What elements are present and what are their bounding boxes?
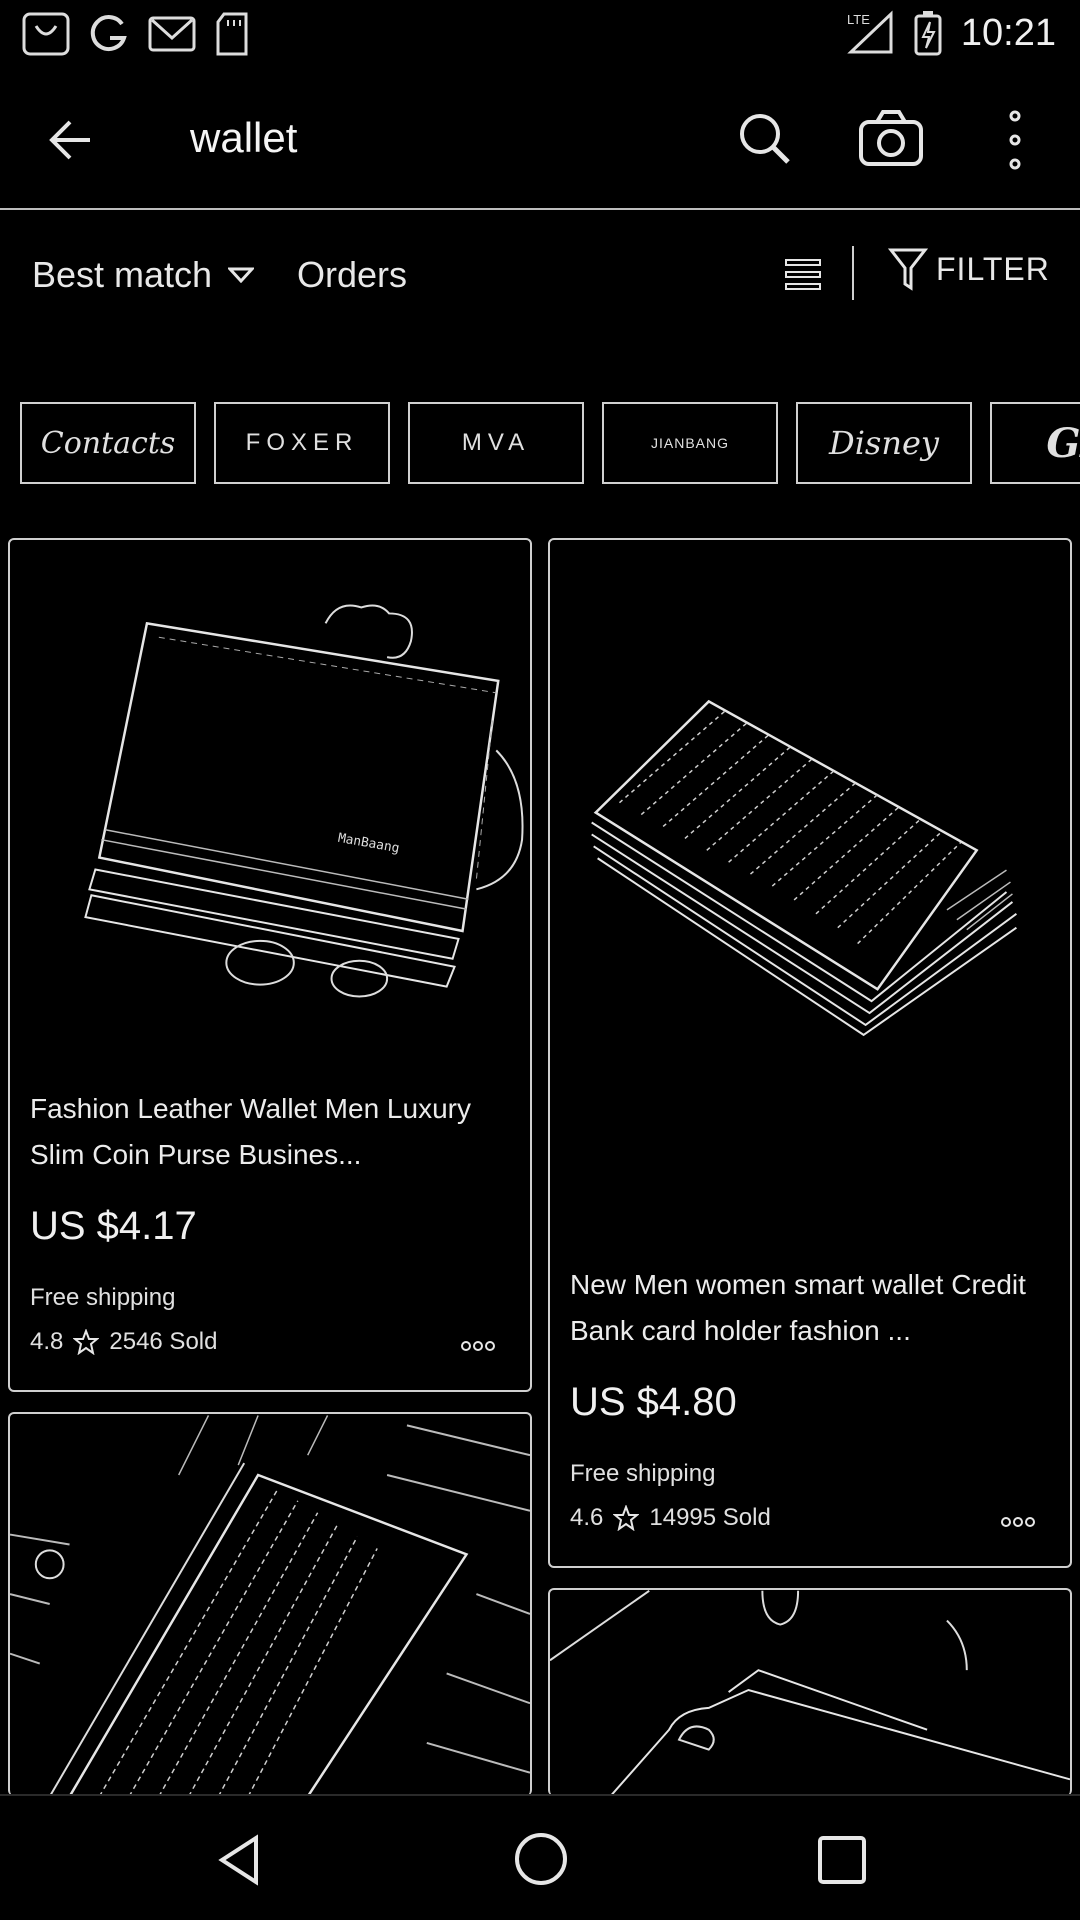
- nav-back-button[interactable]: [210, 1830, 270, 1890]
- brand-chip-disney[interactable]: Disney: [796, 402, 972, 484]
- filter-button[interactable]: FILTER: [888, 246, 1050, 292]
- brand-logo: JIANBANG: [650, 435, 729, 451]
- app-bar: wallet: [0, 70, 1080, 210]
- filter-label: FILTER: [936, 250, 1050, 287]
- gmail-icon: [148, 14, 196, 54]
- nav-home-button[interactable]: [510, 1828, 572, 1890]
- star-icon: [73, 1329, 100, 1355]
- network-type-label: LTE: [847, 12, 870, 27]
- battery-charging-icon: [913, 10, 943, 56]
- rating-row: 4.6 14995 Sold: [570, 1504, 771, 1532]
- product-card[interactable]: [548, 1588, 1072, 1796]
- product-image[interactable]: [550, 1590, 1070, 1796]
- back-button[interactable]: [44, 110, 104, 170]
- filter-icon: [888, 248, 928, 291]
- shipping-label: Free shipping: [30, 1284, 176, 1311]
- brand-logo: Disney: [829, 424, 939, 462]
- nav-home-icon: [515, 1833, 567, 1885]
- product-price: US $4.80: [570, 1380, 737, 1424]
- status-time: 10:21: [960, 11, 1056, 54]
- product-title[interactable]: New Men women smart wallet Credit Bank c…: [570, 1262, 1048, 1354]
- product-card[interactable]: New Men women smart wallet Credit Bank c…: [548, 538, 1072, 1568]
- brand-chip-foxer[interactable]: FOXER: [214, 402, 390, 484]
- sort-best-match-label: Best match: [32, 254, 213, 295]
- sd-card-icon: [214, 12, 250, 56]
- aliexpress-icon: [22, 12, 70, 56]
- product-image[interactable]: [10, 1414, 530, 1796]
- sold-count: 14995 Sold: [649, 1504, 771, 1531]
- sort-orders-tab[interactable]: Orders: [297, 254, 407, 296]
- product-price: US $4.17: [30, 1204, 197, 1248]
- leather-stamp-text: ManBaang: [337, 831, 401, 857]
- notification-icons: [22, 12, 250, 56]
- list-view-icon: [785, 259, 821, 290]
- search-button[interactable]: [730, 104, 800, 174]
- image-search-button[interactable]: [855, 104, 927, 174]
- more-vert-icon: [1009, 110, 1021, 170]
- sold-count: 2546 Sold: [109, 1328, 218, 1355]
- toolbar-divider: [852, 246, 854, 300]
- brand-logo: Contacts: [40, 425, 176, 461]
- system-status: LTE 10:21: [847, 10, 1056, 56]
- chevron-down-icon: [228, 267, 255, 283]
- lte-signal-icon: LTE: [847, 10, 895, 56]
- rating-value: 4.6: [570, 1504, 604, 1531]
- product-image[interactable]: ManBaang: [10, 540, 530, 1060]
- brand-logo: FOXER: [245, 429, 359, 456]
- brand-chip-jianbang[interactable]: JIANBANG: [602, 402, 778, 484]
- sort-best-match-dropdown[interactable]: Best match: [32, 254, 255, 296]
- more-horiz-icon[interactable]: [460, 1338, 496, 1354]
- nav-back-icon: [218, 1834, 258, 1886]
- nav-recents-icon: [818, 1836, 866, 1884]
- rating-row: 4.8 2546 Sold: [30, 1328, 217, 1356]
- brand-chip-contacts[interactable]: Contacts: [20, 402, 196, 484]
- search-icon: [740, 114, 790, 164]
- more-horiz-icon[interactable]: [1000, 1514, 1036, 1530]
- product-card[interactable]: [8, 1412, 532, 1796]
- product-title[interactable]: Fashion Leather Wallet Men Luxury Slim C…: [30, 1086, 508, 1178]
- camera-icon: [859, 110, 923, 166]
- search-query[interactable]: wallet: [190, 114, 297, 162]
- navigation-bar: [0, 1794, 1080, 1920]
- google-icon: [88, 12, 130, 56]
- nav-recents-button[interactable]: [814, 1832, 870, 1888]
- brand-logo: MVA: [461, 429, 531, 456]
- rating-value: 4.8: [30, 1328, 64, 1355]
- brand-logo: GZ: [1046, 419, 1080, 467]
- product-image[interactable]: [550, 540, 1070, 1240]
- star-icon: [613, 1505, 640, 1531]
- product-card[interactable]: ManBaang Fashion Leather Wallet Men Luxu…: [8, 538, 532, 1392]
- brand-chip-gz[interactable]: GZ: [990, 402, 1080, 484]
- back-arrow-icon: [49, 120, 90, 160]
- shipping-label: Free shipping: [570, 1460, 716, 1487]
- brand-strip: Contacts FOXER MVA JIANBANG Disney GZ: [0, 402, 1080, 486]
- sort-bar: Best match Orders FILTER: [0, 212, 1080, 342]
- more-options-button[interactable]: [995, 102, 1035, 178]
- status-bar: LTE 10:21: [0, 0, 1080, 70]
- view-toggle-button[interactable]: [780, 252, 826, 298]
- brand-chip-mva[interactable]: MVA: [408, 402, 584, 484]
